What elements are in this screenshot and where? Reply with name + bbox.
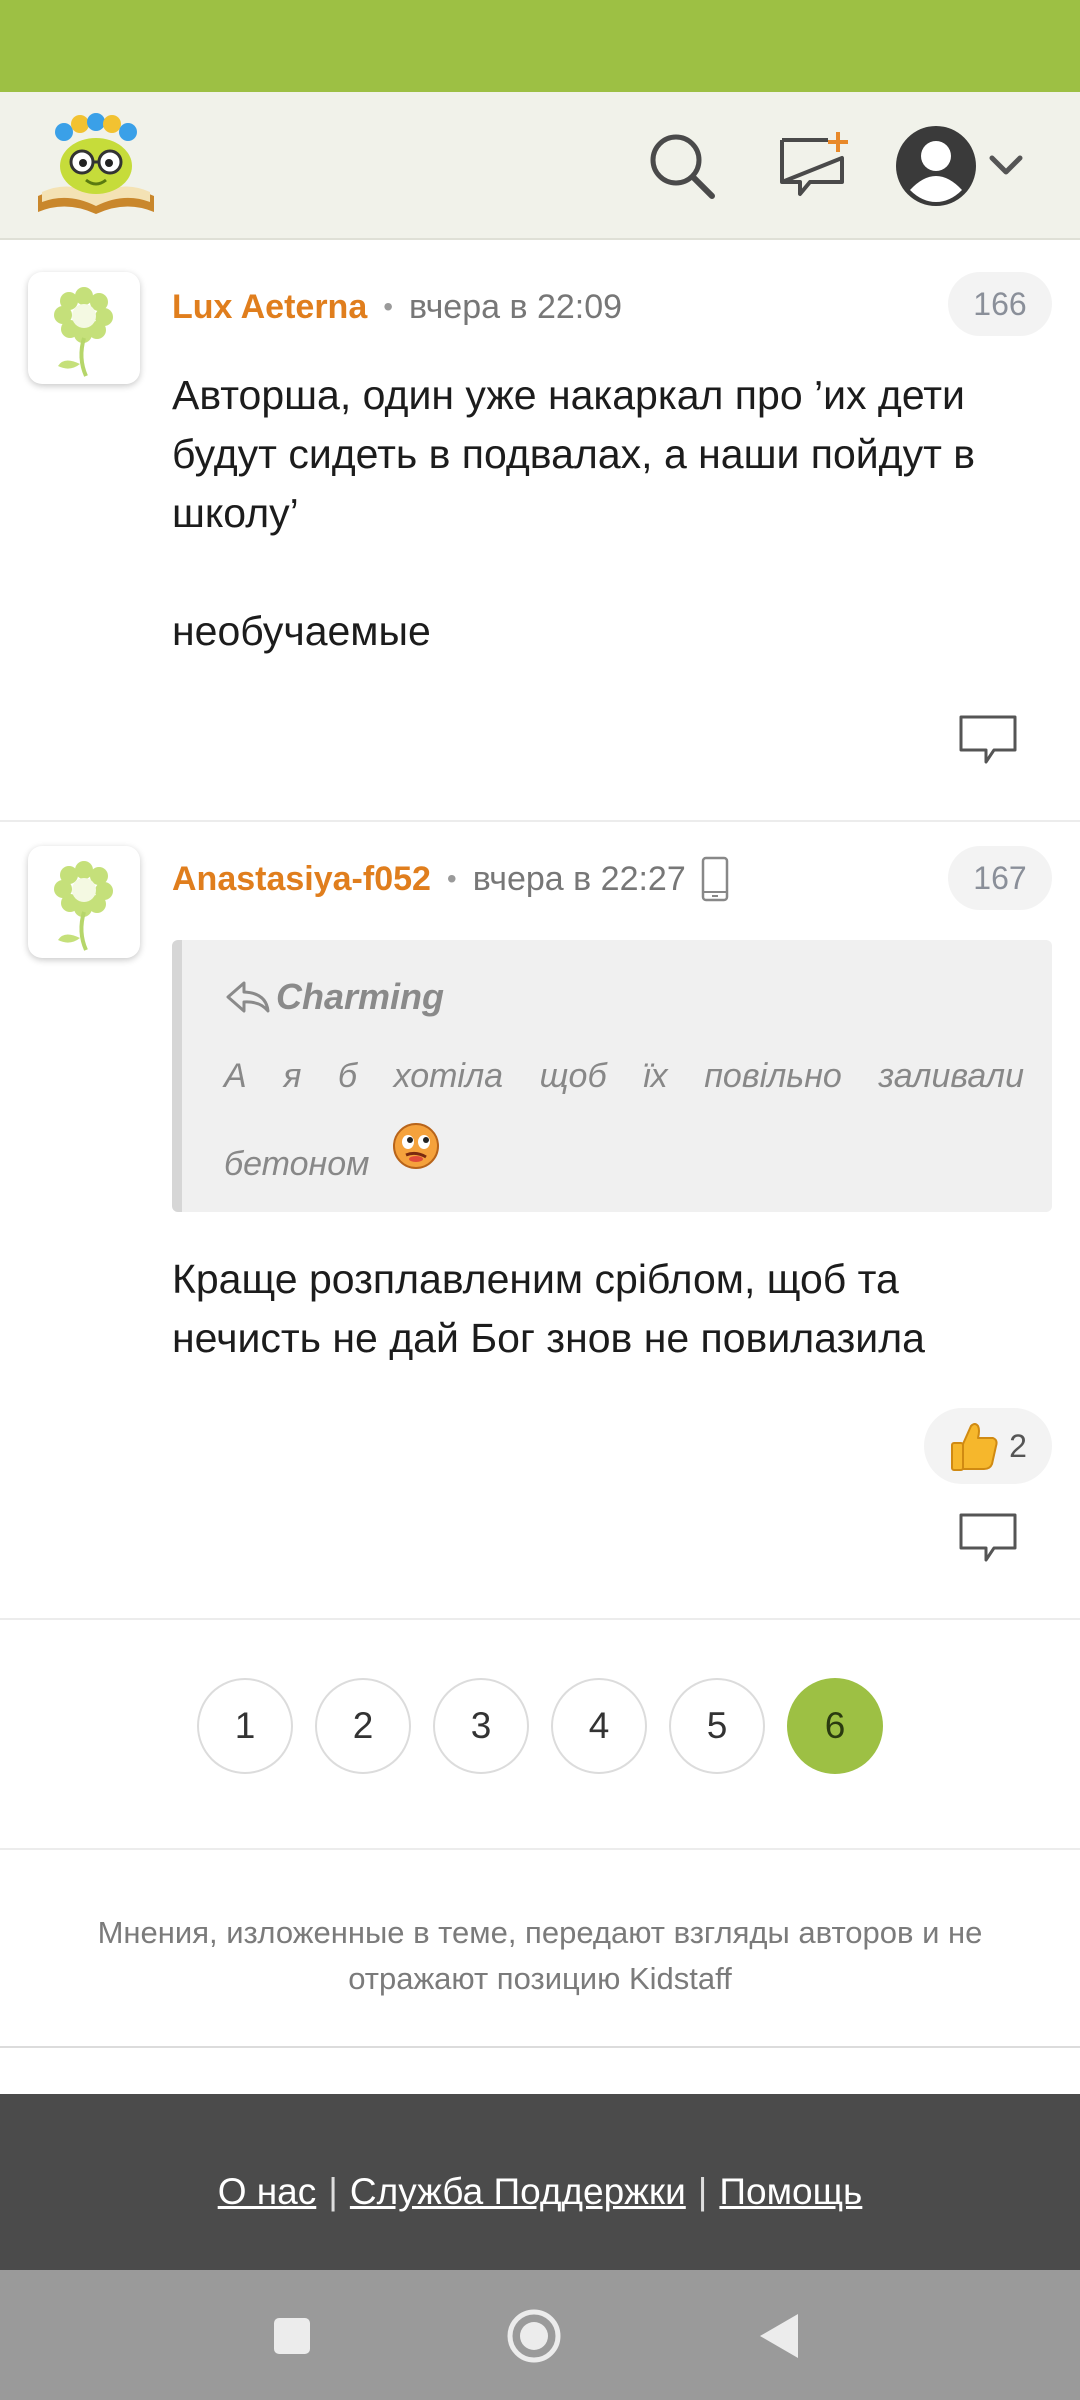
android-nav-bar: [0, 2270, 1080, 2400]
divider: [0, 2046, 1080, 2048]
mobile-phone-icon: [701, 856, 728, 902]
author-link[interactable]: Lux Aeterna: [172, 288, 367, 327]
new-message-icon[interactable]: [776, 128, 850, 202]
like-count: 2: [1009, 1427, 1027, 1464]
site-header: [0, 92, 1080, 240]
chevron-down-icon: [989, 155, 1023, 175]
footer-separator: |: [328, 2171, 338, 2212]
user-avatar-icon[interactable]: [896, 120, 1042, 212]
quote-header: Charming: [224, 976, 444, 1018]
comment-number-badge[interactable]: 166: [948, 272, 1052, 336]
comment-166: Lux Aeterna • вчера в 22:09 166 Авторша,…: [0, 248, 1080, 822]
footer-link-help[interactable]: Помощь: [719, 2171, 862, 2213]
quote-author[interactable]: Charming: [276, 976, 444, 1018]
reply-icon[interactable]: [958, 1512, 1018, 1564]
smiley-emoji-icon: [393, 1123, 440, 1169]
comment-number-badge[interactable]: 167: [948, 846, 1052, 910]
page-button-6-current[interactable]: 6: [787, 1678, 883, 1774]
footer-link-about[interactable]: О нас: [218, 2171, 317, 2213]
quote-text: А я б хотіла щоб їх повільно заливали бе…: [224, 1032, 1024, 1208]
thumbs-up-icon: [951, 1423, 998, 1471]
comment-167: Anastasiya-f052 • вчера в 22:27 167 Char…: [0, 822, 1080, 1620]
meta-separator: •: [446, 863, 457, 894]
page-button-5[interactable]: 5: [669, 1678, 765, 1774]
footer-separator: |: [697, 2171, 708, 2212]
page-button-3[interactable]: 3: [433, 1678, 529, 1774]
flower-avatar-icon[interactable]: [28, 846, 140, 958]
page-button-2[interactable]: 2: [315, 1678, 411, 1774]
recents-square-icon[interactable]: [264, 2308, 320, 2364]
search-icon[interactable]: [646, 130, 718, 202]
quote-block: Charming А я б хотіла щоб їх повільно за…: [172, 940, 1052, 1212]
kidstaff-logo-icon[interactable]: [34, 110, 158, 222]
quote-reply-icon: [226, 981, 270, 1013]
home-circle-icon[interactable]: [506, 2308, 562, 2364]
footer-link-support[interactable]: Служба Поддержки: [350, 2171, 686, 2213]
author-link[interactable]: Anastasiya-f052: [172, 860, 431, 899]
pagination: 1 2 3 4 5 6: [0, 1620, 1080, 1850]
comment-meta: Anastasiya-f052 • вчера в 22:27: [172, 856, 730, 902]
quote-text-content: А я б хотіла щоб їх повільно заливали бе…: [224, 1057, 1024, 1183]
flower-avatar-icon[interactable]: [28, 272, 140, 384]
disclaimer-text: Мнения, изложенные в теме, передают взгл…: [97, 1915, 983, 1996]
comment-time: вчера в 22:09: [409, 287, 623, 326]
comment-meta: Lux Aeterna • вчера в 22:09: [172, 284, 622, 330]
comment-text: Авторша, один уже накаркал про ’их дети …: [172, 372, 976, 654]
status-bar: [0, 0, 1080, 92]
page-button-4[interactable]: 4: [551, 1678, 647, 1774]
like-button[interactable]: 2: [924, 1408, 1052, 1484]
site-footer: О нас | Служба Поддержки | Помощь: [0, 2094, 1080, 2270]
back-triangle-icon[interactable]: [752, 2308, 808, 2364]
comment-time: вчера в 22:27: [472, 859, 686, 898]
comment-text: Краще розплавленим сріблом, щоб та нечис…: [172, 1256, 925, 1361]
page-button-1[interactable]: 1: [197, 1678, 293, 1774]
meta-separator: •: [383, 291, 394, 322]
reply-icon[interactable]: [958, 714, 1018, 766]
